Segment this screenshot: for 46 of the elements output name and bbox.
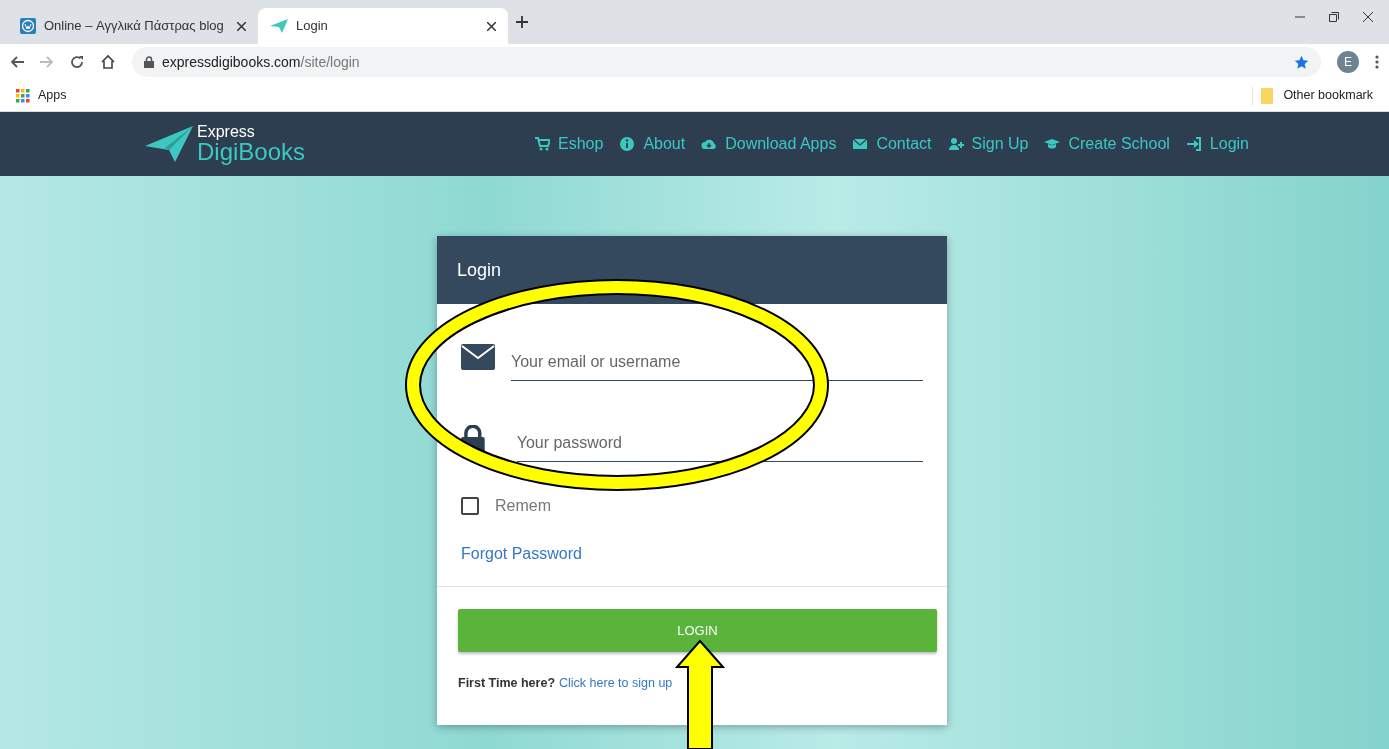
logo-text: DigiBooks: [197, 140, 306, 164]
nav-link[interactable]: Eshop: [534, 132, 604, 156]
lock-icon: [461, 425, 485, 453]
tab-title: Login: [296, 17, 329, 36]
nav-link[interactable]: Create School: [1044, 132, 1170, 156]
browser-tab[interactable]: Login: [258, 8, 508, 44]
checkbox[interactable]: [461, 497, 479, 515]
nav-link[interactable]: About: [619, 132, 686, 156]
other-bookmarks[interactable]: Other bookmark: [1283, 86, 1373, 105]
bookmark-apps[interactable]: Apps: [38, 86, 67, 105]
user-plus-icon: [947, 136, 964, 152]
paper-plane-icon: [270, 19, 288, 33]
card-title: Login: [457, 258, 502, 282]
apps-grid-icon: [16, 88, 30, 103]
tab-title: Online – Αγγλικά Πάστρας blog: [44, 17, 225, 36]
checkbox-label: Remem: [495, 496, 551, 516]
nav-link[interactable]: Login: [1185, 132, 1249, 156]
menu-icon[interactable]: [1375, 55, 1379, 69]
new-tab-icon[interactable]: [516, 16, 528, 28]
cart-icon: [534, 136, 550, 152]
star-icon[interactable]: [1294, 54, 1309, 70]
info-icon: [619, 136, 636, 152]
address-bar[interactable]: expressdigibooks.com/site/login: [132, 47, 1321, 77]
wordpress-icon: [20, 18, 36, 34]
forgot-password-link[interactable]: Forgot Password: [461, 545, 582, 562]
nav-link[interactable]: Contact: [852, 132, 932, 156]
close-icon[interactable]: [1363, 12, 1373, 22]
reload-icon[interactable]: [70, 55, 84, 69]
signup-link[interactable]: Click here to sign up: [559, 674, 673, 693]
nav-link[interactable]: Sign Up: [947, 132, 1029, 156]
nav-link[interactable]: Download Apps: [701, 132, 837, 156]
home-icon[interactable]: [100, 54, 116, 70]
close-icon[interactable]: [237, 21, 246, 31]
lock-icon: [144, 56, 154, 68]
close-icon[interactable]: [487, 21, 496, 31]
envelope-icon: [461, 344, 495, 370]
browser-tab[interactable]: Online – Αγγλικά Πάστρας blog: [8, 8, 258, 44]
signup-prompt: First Time here?: [458, 675, 556, 692]
back-icon[interactable]: [10, 56, 24, 68]
logo-text: Express: [197, 124, 256, 140]
folder-icon: [1261, 87, 1276, 104]
sign-in-icon: [1185, 136, 1202, 152]
envelope-icon: [852, 136, 869, 152]
paper-plane-logo-icon: [145, 126, 193, 162]
profile-avatar[interactable]: E: [1337, 51, 1359, 73]
restore-icon[interactable]: [1329, 12, 1339, 22]
